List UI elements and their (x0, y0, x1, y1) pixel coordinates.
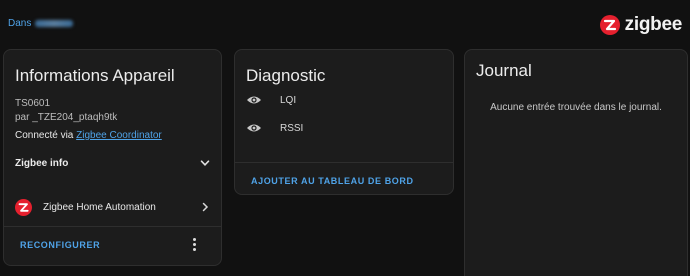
integration-label: Zigbee Home Automation (43, 201, 156, 213)
diagnostic-row-rssi[interactable]: RSSI (246, 122, 303, 134)
zigbee-logo-icon (599, 15, 620, 35)
brand-header: zigbee (599, 14, 683, 36)
chevron-down-icon (200, 160, 210, 166)
journal-card: Journal Aucune entrée trouvée dans le jo… (464, 49, 688, 276)
journal-empty-message: Aucune entrée trouvée dans le journal. (490, 102, 662, 113)
diagnostic-label: LQI (280, 94, 297, 106)
eye-icon (247, 96, 261, 104)
reconfigure-button[interactable]: RECONFIGURER (20, 240, 100, 250)
integration-zha-row[interactable]: Zigbee Home Automation (15, 198, 211, 216)
diagnostic-row-lqi[interactable]: LQI (246, 94, 296, 106)
coordinator-link[interactable]: Zigbee Coordinator (76, 130, 162, 141)
eye-icon (247, 124, 261, 132)
brand-name: zigbee (624, 14, 683, 35)
diagnostic-card: Diagnostic LQI RSSI AJOUTER AU TABLEAU D… (234, 49, 454, 195)
chevron-right-icon (202, 202, 209, 212)
zigbee-logo-icon (15, 198, 32, 216)
device-model: TS0601 (15, 98, 51, 109)
diagnostic-title: Diagnostic (246, 66, 326, 85)
card-actions-divider (235, 162, 453, 163)
card-actions-divider (4, 226, 221, 227)
connected-via-prefix: Connecté via (15, 130, 74, 141)
device-info-card: Informations Appareil TS0601 par _TZE204… (3, 49, 222, 266)
breadcrumb-area-redacted[interactable] (35, 20, 74, 27)
add-to-dashboard-button[interactable]: AJOUTER AU TABLEAU DE BORD (251, 176, 414, 186)
zigbee-info-expander[interactable]: Zigbee info (15, 156, 211, 170)
breadcrumb[interactable]: Dans (8, 18, 74, 29)
more-options-icon[interactable] (187, 236, 201, 252)
device-manufacturer: par _TZE204_ptaqh9tk (15, 112, 118, 123)
journal-title: Journal (476, 61, 532, 80)
device-info-title: Informations Appareil (15, 66, 175, 85)
zigbee-info-label: Zigbee info (15, 157, 69, 169)
breadcrumb-prefix[interactable]: Dans (8, 18, 31, 29)
connected-via: Connecté via Zigbee Coordinator (15, 130, 162, 141)
diagnostic-label: RSSI (280, 122, 304, 134)
